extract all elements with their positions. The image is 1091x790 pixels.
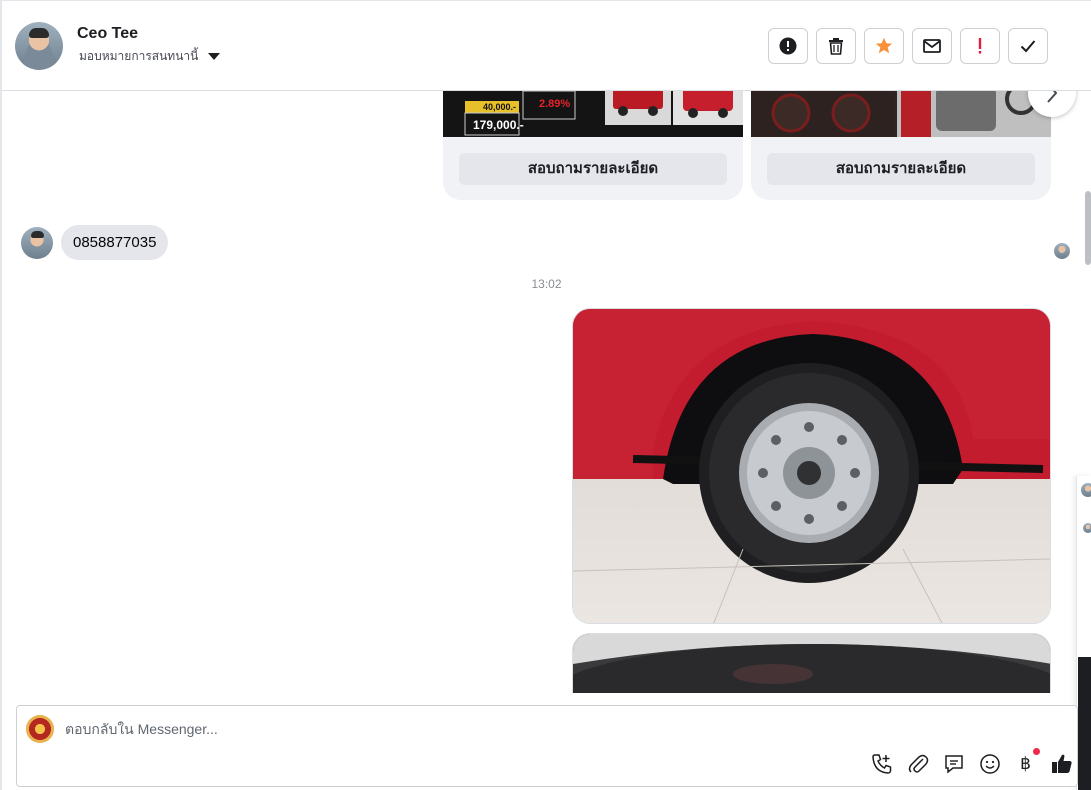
mark-done-button[interactable] — [1008, 28, 1048, 64]
report-spam-button[interactable] — [768, 28, 808, 64]
reply-input[interactable] — [65, 721, 765, 737]
paperclip-icon — [908, 754, 928, 773]
caret-down-icon — [208, 53, 221, 60]
call-button[interactable] — [870, 752, 893, 776]
notification-dot — [1033, 748, 1040, 755]
ad-price1: 40,000.- — [483, 102, 516, 112]
wheel-photo — [573, 309, 1050, 623]
payment-button[interactable]: ฿ — [1014, 748, 1040, 776]
emoji-icon — [979, 754, 1000, 774]
done-check-icon — [1020, 40, 1036, 53]
delete-button[interactable] — [816, 28, 856, 64]
message-composer: ฿ — [16, 705, 1078, 787]
peek-avatar — [1083, 523, 1091, 533]
header-actions — [768, 28, 1048, 64]
scroll-thumb[interactable] — [1085, 191, 1091, 265]
thumbs-up-icon — [1051, 754, 1072, 773]
photo-attachment[interactable] — [572, 308, 1051, 624]
page-avatar — [26, 715, 54, 743]
ad-graphic: 40,000.- 179,000.- 2.89% — [443, 91, 743, 137]
seen-indicator-avatar — [1054, 243, 1070, 259]
carousel-cards: 40,000.- 179,000.- 2.89% สอบถามรายละเอีย… — [443, 91, 1051, 200]
follow-up-icon — [978, 38, 982, 54]
contact-avatar[interactable] — [15, 22, 63, 70]
inquire-details-button[interactable]: สอบถามรายละเอียด — [767, 153, 1035, 185]
interior-image[interactable] — [751, 91, 1051, 137]
sender-avatar[interactable] — [21, 226, 53, 259]
follow-up-button[interactable] — [960, 28, 1000, 64]
incoming-message: 0858877035 — [21, 225, 169, 260]
carousel-card: สอบถามรายละเอียด — [751, 91, 1051, 200]
interior-graphic — [751, 91, 1051, 137]
phone-plus-icon — [871, 754, 891, 774]
attach-button[interactable] — [906, 752, 929, 776]
emoji-button[interactable] — [978, 752, 1001, 776]
ad-price2: 179,000.- — [473, 118, 524, 132]
message-timestamp: 13:02 — [531, 277, 562, 291]
star-button[interactable] — [864, 28, 904, 64]
inquire-details-button[interactable]: สอบถามรายละเอียด — [459, 153, 727, 185]
star-icon — [875, 37, 893, 54]
messenger-inbox-window: Ceo Tee มอบหมายการสนทนานี้ 40,000.- 179,… — [0, 0, 1091, 790]
like-button[interactable] — [1050, 752, 1073, 776]
peek-avatar — [1081, 483, 1091, 497]
side-panel-dark-edge — [1078, 657, 1091, 790]
ad-rate: 2.89% — [539, 98, 570, 110]
ad-image[interactable]: 40,000.- 179,000.- 2.89% — [443, 91, 743, 137]
chevron-right-icon — [1047, 91, 1058, 103]
saved-replies-button[interactable] — [942, 752, 965, 776]
composer-tools: ฿ — [870, 748, 1073, 776]
carousel-card: 40,000.- 179,000.- 2.89% สอบถามรายละเอีย… — [443, 91, 743, 200]
envelope-icon — [923, 39, 941, 53]
baht-icon: ฿ — [1020, 754, 1031, 773]
photo-attachment[interactable] — [572, 633, 1051, 693]
report-spam-icon — [779, 37, 797, 55]
message-thread[interactable]: 40,000.- 179,000.- 2.89% สอบถามรายละเอีย… — [2, 91, 1091, 693]
assign-label: มอบหมายการสนทนานี้ — [79, 49, 199, 63]
chat-bubble-icon — [944, 755, 963, 774]
mark-unread-button[interactable] — [912, 28, 952, 64]
message-bubble[interactable]: 0858877035 — [61, 225, 169, 260]
trash-icon — [829, 38, 843, 55]
assign-conversation-dropdown[interactable]: มอบหมายการสนทนานี้ — [79, 47, 221, 66]
contact-name[interactable]: Ceo Tee — [77, 25, 138, 43]
second-photo — [573, 634, 1050, 693]
conversation-header: Ceo Tee มอบหมายการสนทนานี้ — [2, 0, 1091, 91]
